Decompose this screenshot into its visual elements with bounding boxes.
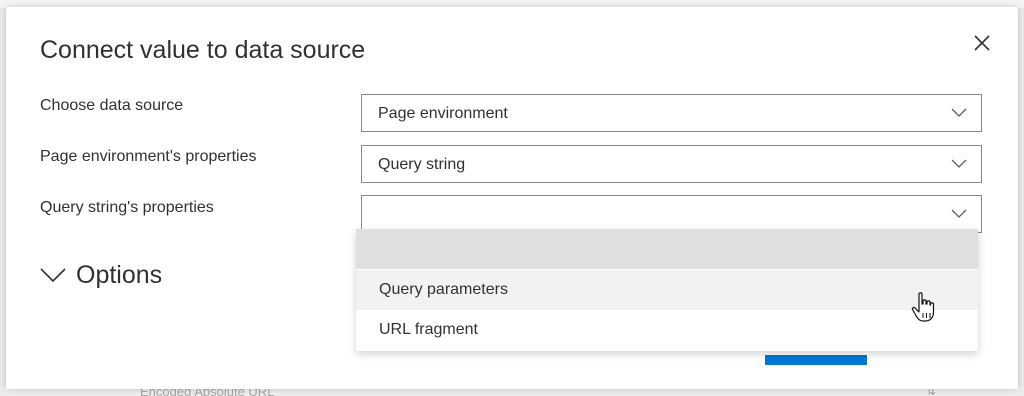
query-string-properties-dropdown: Query parameters URL fragment [356,229,978,351]
dropdown-option-label: URL fragment [379,321,478,338]
chevron-down-icon [951,209,967,218]
dropdown-option-url-fragment[interactable]: URL fragment [356,310,978,350]
choose-data-source-label: Choose data source [40,97,184,114]
query-string-properties-label: Query string's properties [40,199,214,216]
dropdown-option-label: Query parameters [379,281,508,298]
dropdown-option-query-parameters[interactable]: Query parameters [356,270,978,310]
options-section-label: Options [76,261,163,289]
primary-button[interactable] [765,355,867,365]
dropdown-option-empty[interactable] [356,229,978,269]
chevron-down-icon [951,159,967,168]
page-environment-properties-label: Page environment's properties [40,148,257,165]
data-source-value: Page environment [378,105,508,122]
data-source-select[interactable]: Page environment [361,94,982,132]
close-icon [974,35,990,51]
query-string-properties-select[interactable] [361,195,982,233]
close-button[interactable] [970,31,994,55]
dialog-title: Connect value to data source [40,36,366,64]
page-environment-properties-select[interactable]: Query string [361,145,982,183]
hand-cursor-icon [911,292,935,322]
chevron-down-icon [40,268,66,283]
page-environment-properties-value: Query string [378,156,466,173]
chevron-down-icon [951,108,967,117]
